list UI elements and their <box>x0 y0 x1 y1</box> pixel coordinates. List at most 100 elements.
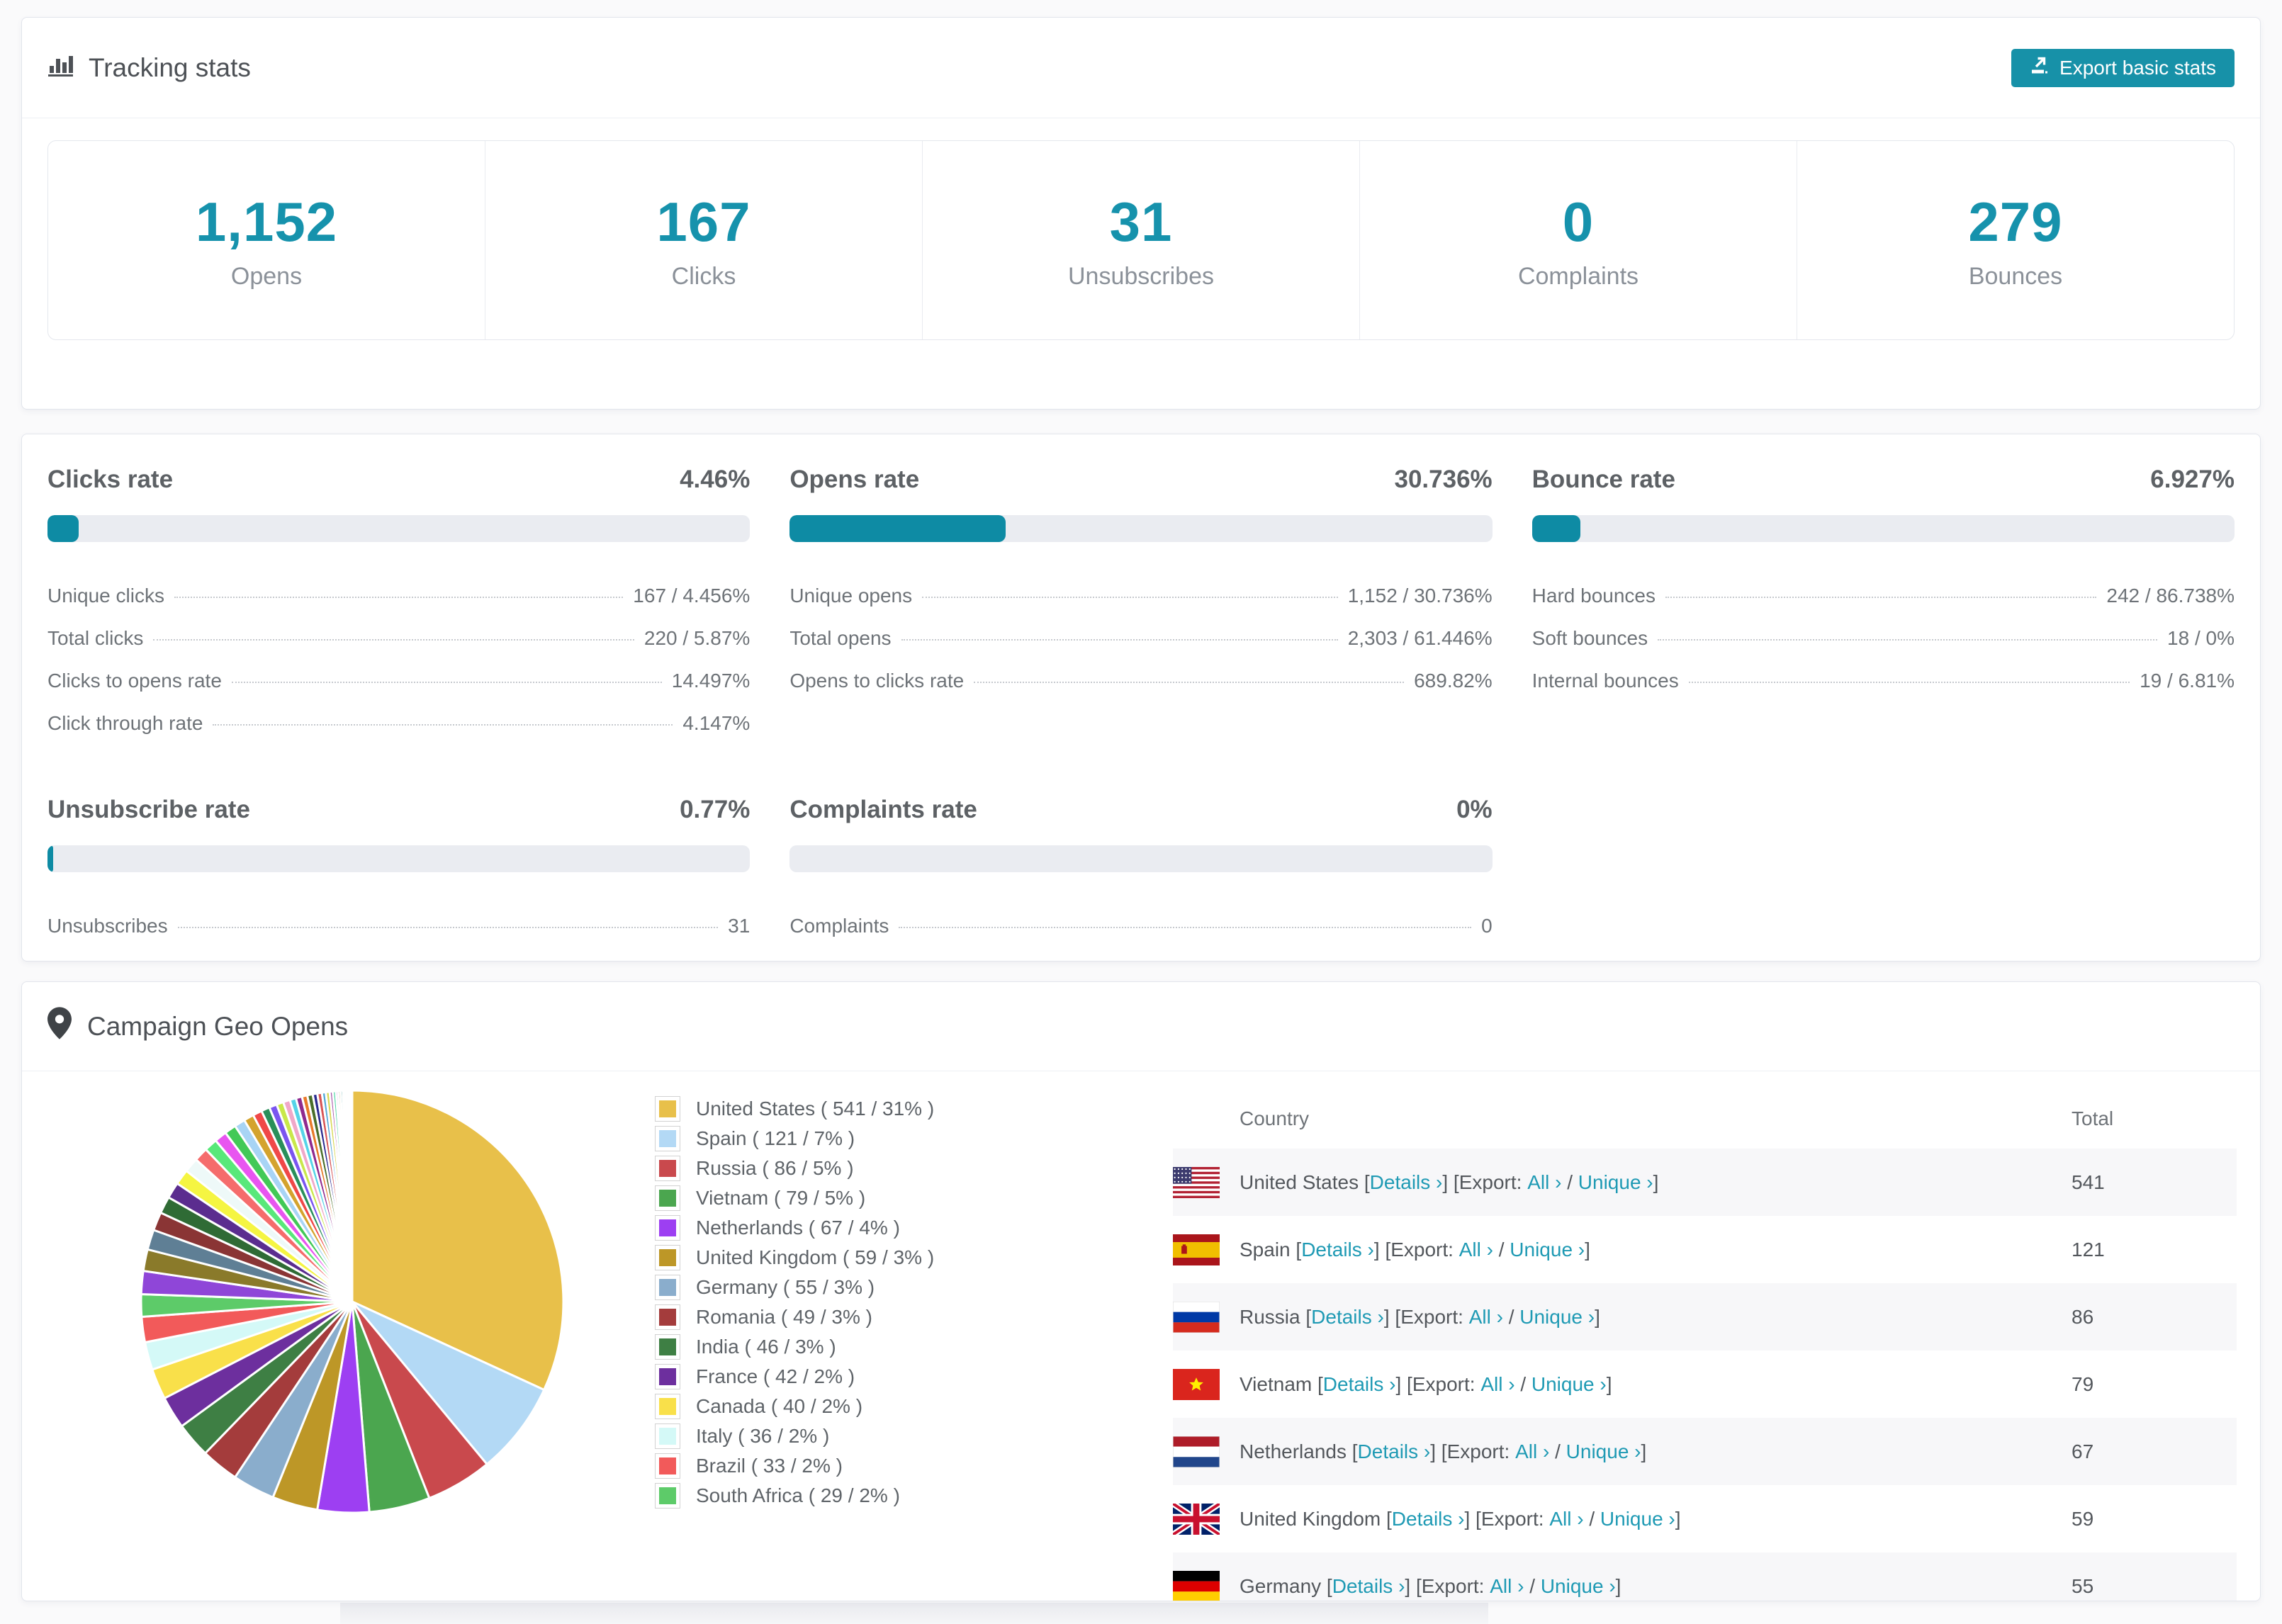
rate-stat-row: Total clicks 220 / 5.87% <box>47 617 750 660</box>
country-name: Russia <box>1240 1305 1300 1328</box>
summary-stat-value: 167 <box>656 191 751 253</box>
country-cell: Netherlands [Details ›] [Export: All › /… <box>1173 1436 2072 1467</box>
legend-item-brazil: Brazil ( 33 / 2% ) <box>655 1451 934 1481</box>
country-name: Spain <box>1240 1238 1291 1261</box>
export-unique-link[interactable]: Unique › <box>1566 1440 1641 1463</box>
export-unique-link[interactable]: Unique › <box>1600 1508 1675 1530</box>
legend-swatch <box>655 1275 680 1300</box>
country-cell: Vietnam [Details ›] [Export: All › / Uni… <box>1173 1368 2072 1400</box>
legend-label: Spain ( 121 / 7% ) <box>696 1127 855 1149</box>
summary-stat-label: Clicks <box>671 263 736 290</box>
export-icon <box>2030 55 2050 80</box>
summary-stat-label: Opens <box>230 263 303 290</box>
export-all-link[interactable]: All › <box>1527 1171 1561 1194</box>
export-unique-link[interactable]: Unique › <box>1519 1306 1595 1329</box>
rate-stat-value: 0 <box>1481 915 1493 937</box>
rate-block-title: Opens rate <box>789 466 920 493</box>
rate-stat-value: 4.147% <box>682 712 751 734</box>
details-link[interactable]: Details › <box>1370 1171 1443 1194</box>
rate-block-header: Opens rate 30.736% <box>789 466 1492 494</box>
rate-stat-value: 220 / 5.87% <box>643 627 751 649</box>
legend-swatch <box>655 1156 680 1181</box>
rate-stat-row: Clicks to opens rate 14.497% <box>47 660 750 702</box>
geo-header: Campaign Geo Opens <box>22 982 2260 1071</box>
rate-progress-track <box>47 515 751 542</box>
flag-us-icon <box>1173 1166 1220 1198</box>
legend-item-france: France ( 42 / 2% ) <box>655 1362 934 1392</box>
rate-progress-fill <box>789 515 1006 542</box>
tracking-stats-title-text: Tracking stats <box>89 52 251 82</box>
details-link[interactable]: Details › <box>1311 1306 1384 1329</box>
export-unique-link[interactable]: Unique › <box>1541 1575 1616 1598</box>
rate-block-title: Unsubscribe rate <box>47 796 250 823</box>
export-basic-stats-button[interactable]: Export basic stats <box>2011 48 2235 87</box>
rate-stat-label: Hard bounces <box>1531 585 1656 607</box>
export-all-link[interactable]: All › <box>1515 1440 1549 1463</box>
page: Tracking stats Export basic stats 1,152 … <box>0 0 2282 1624</box>
geo-table-header: Country Total <box>1173 1088 2237 1149</box>
details-link[interactable]: Details › <box>1332 1575 1405 1598</box>
details-link[interactable]: Details › <box>1301 1239 1374 1261</box>
total-cell: 79 <box>2072 1372 2094 1395</box>
flag-ru-icon <box>1173 1301 1220 1333</box>
geo-table-row-nl: Netherlands [Details ›] [Export: All › /… <box>1173 1418 2237 1485</box>
geo-table-row-us: United States [Details ›] [Export: All ›… <box>1173 1149 2237 1216</box>
rate-stat-label: Total clicks <box>47 627 144 649</box>
export-all-link[interactable]: All › <box>1459 1239 1493 1261</box>
rate-block-value: 0% <box>1456 796 1493 823</box>
summary-stat-bounces: 279 Bounces <box>1797 141 2234 339</box>
legend-swatch <box>655 1334 680 1360</box>
total-cell: 86 <box>2072 1305 2094 1328</box>
geo-opens-pie-chart <box>135 1085 569 1518</box>
legend-item-canada: Canada ( 40 / 2% ) <box>655 1392 934 1421</box>
rate-stat-label: Unique opens <box>789 585 913 607</box>
rate-stat-value: 167 / 4.456% <box>633 585 751 607</box>
export-unique-link[interactable]: Unique › <box>1578 1171 1653 1194</box>
map-pin-icon <box>47 1007 72 1046</box>
rate-block-header: Clicks rate 4.46% <box>47 466 750 494</box>
export-all-link[interactable]: All › <box>1490 1575 1524 1598</box>
rate-stat-value: 242 / 86.738% <box>2106 585 2235 607</box>
summary-stat-opens: 1,152 Opens <box>48 141 485 339</box>
campaign-geo-opens-card: Campaign Geo Opens United States ( 541 /… <box>21 981 2261 1601</box>
rate-stat-value: 31 <box>728 915 751 937</box>
export-unique-link[interactable]: Unique › <box>1531 1373 1607 1396</box>
summary-stat-unsubscribes: 31 Unsubscribes <box>922 141 1359 339</box>
details-link[interactable]: Details › <box>1392 1508 1465 1530</box>
dotted-leader <box>153 639 634 641</box>
legend-swatch <box>655 1483 680 1509</box>
rate-stat-value: 18 / 0% <box>2167 627 2235 649</box>
rate-stat-row: Total opens 2,303 / 61.446% <box>789 617 1492 660</box>
rate-block-complaints-rate: Complaints rate 0% Complaints 0 <box>789 796 1493 947</box>
details-link[interactable]: Details › <box>1323 1373 1396 1396</box>
geo-table-row-es: Spain [Details ›] [Export: All › / Uniqu… <box>1173 1216 2237 1283</box>
pie-chart-svg <box>140 1089 565 1514</box>
export-all-link[interactable]: All › <box>1549 1508 1583 1530</box>
tracking-stats-title: Tracking stats <box>47 52 251 84</box>
summary-stats-row: 1,152 Opens 167 Clicks 31 Unsubscribes 0… <box>47 140 2235 340</box>
rate-block-value: 30.736% <box>1394 466 1493 493</box>
legend-swatch <box>655 1245 680 1270</box>
rate-stat-value: 14.497% <box>671 670 751 692</box>
flag-nl-icon <box>1173 1436 1220 1467</box>
dotted-leader <box>177 927 719 928</box>
tracking-stats-header: Tracking stats Export basic stats <box>22 18 2260 118</box>
rate-stat-value: 1,152 / 30.736% <box>1347 585 1493 607</box>
rate-stat-row: Unique opens 1,152 / 30.736% <box>789 575 1492 617</box>
export-all-link[interactable]: All › <box>1480 1373 1514 1396</box>
rate-stat-value: 2,303 / 61.446% <box>1347 627 1493 649</box>
country-name: Germany <box>1240 1574 1322 1597</box>
legend-swatch <box>655 1453 680 1479</box>
rate-block-title: Bounce rate <box>1531 466 1675 493</box>
legend-item-germany: Germany ( 55 / 3% ) <box>655 1273 934 1302</box>
export-unique-link[interactable]: Unique › <box>1510 1239 1585 1261</box>
rate-rows: Hard bounces 242 / 86.738% Soft bounces … <box>1532 575 2235 702</box>
dotted-leader <box>974 682 1405 683</box>
summary-stat-complaints: 0 Complaints <box>1359 141 1797 339</box>
rates-grid: Clicks rate 4.46% Unique clicks 167 / 4.… <box>22 434 2260 947</box>
legend-label: Vietnam ( 79 / 5% ) <box>696 1187 866 1209</box>
dotted-leader <box>174 597 624 598</box>
rate-rows: Unsubscribes 31 <box>47 905 750 947</box>
details-link[interactable]: Details › <box>1358 1440 1431 1463</box>
export-all-link[interactable]: All › <box>1469 1306 1503 1329</box>
